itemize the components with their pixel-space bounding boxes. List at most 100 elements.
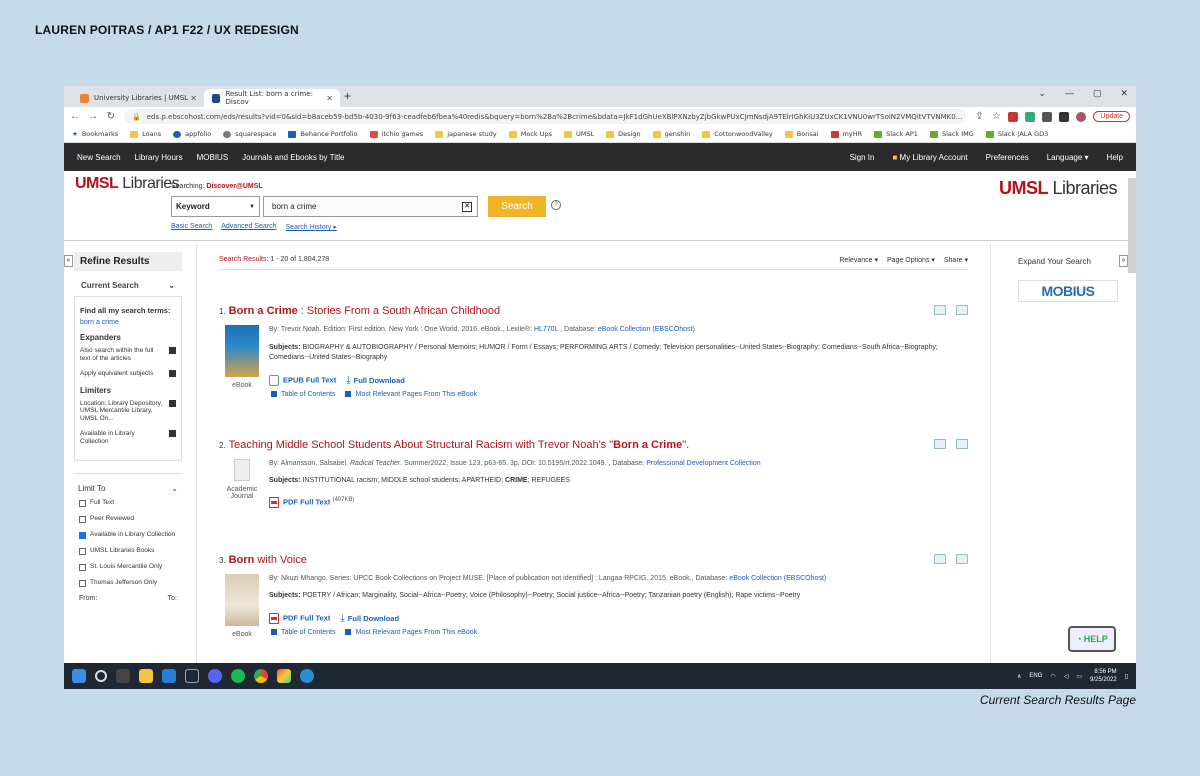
minimize-icon[interactable]: — (1065, 88, 1074, 99)
maximize-icon[interactable]: ▢ (1093, 88, 1102, 99)
bookmark-item[interactable]: Behance Portfolio (288, 130, 358, 138)
lexile-link[interactable]: HL770L (534, 326, 558, 333)
table-of-contents-link[interactable]: Table of Contents (271, 391, 335, 398)
remove-icon[interactable] (169, 399, 176, 407)
nav-my-library-account[interactable]: ■ My Library Account (892, 153, 967, 162)
bookmark-item[interactable]: UMSL (564, 130, 594, 138)
bookmark-item[interactable]: Design (606, 130, 641, 138)
search-button[interactable]: Search (488, 196, 546, 217)
search-icon[interactable] (95, 670, 107, 682)
nav-library-hours[interactable]: Library Hours (135, 153, 183, 162)
database-link[interactable]: Professional Development Collection (646, 460, 760, 467)
puzzle-icon[interactable] (1042, 111, 1053, 122)
full-download-link[interactable]: ⤓ Full Download (340, 613, 399, 624)
result-title[interactable]: 2. Teaching Middle School Students About … (219, 439, 968, 451)
battery-icon[interactable]: ▭ (1076, 673, 1082, 680)
tab-result-list[interactable]: Result List: born a crime: Discov ✕ (204, 89, 340, 107)
bookmark-item[interactable]: myHR (830, 130, 862, 138)
sort-relevance-dropdown[interactable]: Relevance ▾ (839, 256, 878, 264)
chevron-down-icon[interactable]: ⌄ (1038, 88, 1046, 99)
checkbox[interactable] (79, 516, 86, 523)
new-tab-icon[interactable]: + (344, 89, 351, 103)
checkbox-checked[interactable] (79, 532, 86, 539)
epub-full-text-link[interactable]: EPUB Full Text (269, 375, 336, 386)
forward-icon[interactable]: → (88, 111, 98, 122)
preview-icon[interactable] (934, 439, 946, 449)
spotify-icon[interactable] (231, 669, 245, 683)
sidebar-icon[interactable] (1059, 111, 1070, 122)
result-title[interactable]: 1. Born a Crime : Stories From a South Af… (219, 305, 968, 317)
help-icon[interactable]: ? (551, 200, 561, 210)
bookmark-item[interactable]: ★ Bookmarks (72, 130, 118, 138)
extension-icon[interactable] (1025, 111, 1036, 122)
tab-university-libraries[interactable]: University Libraries | UMSL ✕ (72, 89, 204, 107)
nav-journals-ebooks[interactable]: Journals and Ebooks by Title (242, 153, 344, 162)
mobius-link[interactable]: MOBIUS (1018, 280, 1118, 302)
limit-st-louis-mercantile[interactable]: St. Louis Mercantile Only (79, 563, 182, 571)
result-title[interactable]: 3. Born with Voice (219, 554, 968, 566)
search-field-select[interactable]: Keyword ▼ (171, 196, 260, 217)
relevant-pages-link[interactable]: Most Relevant Pages From This eBook (345, 629, 477, 636)
bookmark-item[interactable]: squarespace (223, 130, 276, 138)
checkbox[interactable] (79, 548, 86, 555)
bookmark-item[interactable]: japanese study (435, 130, 497, 138)
checkbox[interactable] (79, 500, 86, 507)
advanced-search-link[interactable]: Advanced Search (221, 223, 276, 231)
add-to-folder-icon[interactable] (956, 305, 968, 315)
steam-icon[interactable] (185, 669, 199, 683)
nav-preferences[interactable]: Preferences (986, 153, 1029, 162)
close-tab-icon[interactable]: ✕ (326, 94, 333, 103)
limit-peer-reviewed[interactable]: Peer Reviewed (79, 515, 182, 523)
bookmark-item[interactable]: Bonsai (784, 130, 819, 138)
url-field[interactable]: 🔒 eds.p.ebscohost.com/eds/results?vid=0&… (124, 109, 967, 124)
searching-database[interactable]: Discover@UMSL (206, 183, 262, 190)
nav-language[interactable]: Language ▾ (1047, 153, 1089, 162)
nav-new-search[interactable]: New Search (77, 153, 121, 162)
help-chat-button[interactable]: ◔ HELP (1068, 626, 1116, 652)
remove-icon[interactable] (169, 347, 176, 354)
add-to-folder-icon[interactable] (956, 554, 968, 564)
limit-to-header[interactable]: Limit To ⌄ (74, 473, 182, 499)
clock[interactable]: 8:56 PM 9/25/2022 (1090, 668, 1117, 684)
bookmark-item[interactable]: Mock Ups (508, 130, 552, 138)
share-dropdown[interactable]: Share ▾ (944, 256, 968, 264)
result-thumbnail[interactable]: eBook (225, 325, 259, 389)
bookmark-item[interactable]: genshin (652, 130, 690, 138)
wifi-icon[interactable]: ◠ (1050, 673, 1055, 680)
table-of-contents-link[interactable]: Table of Contents (271, 629, 335, 636)
dropbox-icon[interactable] (162, 669, 176, 683)
photos-icon[interactable] (277, 669, 291, 683)
clear-search-icon[interactable]: ✕ (462, 202, 472, 212)
avatar[interactable] (1076, 111, 1087, 122)
full-download-link[interactable]: ⤓ Full Download (346, 375, 405, 386)
extension-icon[interactable] (1008, 111, 1019, 122)
result-thumbnail[interactable]: Academic Journal (225, 459, 259, 500)
remove-icon[interactable] (169, 430, 176, 437)
pdf-full-text-link[interactable]: PDF Full Text (407KB) (269, 497, 354, 508)
file-explorer-icon[interactable] (139, 669, 153, 683)
chevron-up-icon[interactable]: ∧ (1017, 673, 1021, 680)
add-to-folder-icon[interactable] (956, 439, 968, 449)
reload-icon[interactable]: ↻ (106, 111, 116, 122)
bookmark-item[interactable]: Slack IMG (929, 130, 974, 138)
limit-thomas-jefferson[interactable]: Thomas Jefferson Only (79, 579, 182, 587)
result-thumbnail[interactable]: eBook (225, 574, 259, 638)
task-view-icon[interactable] (116, 669, 130, 683)
relevant-pages-link[interactable]: Most Relevant Pages From This eBook (345, 391, 477, 398)
database-link[interactable]: eBook Collection (EBSCOhost) (729, 575, 826, 582)
bookmark-item[interactable]: Loans (130, 130, 161, 138)
discord-icon[interactable] (208, 669, 222, 683)
bookmark-item[interactable]: Slack |ALA GD3 (985, 130, 1048, 138)
bookmark-item[interactable]: itchio games (369, 130, 423, 138)
windows-start-icon[interactable] (72, 669, 86, 683)
scrollbar[interactable] (1128, 178, 1136, 273)
pdf-full-text-link[interactable]: PDF Full Text (269, 613, 330, 624)
limit-full-text[interactable]: Full Text (79, 499, 182, 507)
star-icon[interactable]: ☆ (991, 111, 1001, 122)
nav-help[interactable]: Help (1107, 153, 1123, 162)
basic-search-link[interactable]: Basic Search (171, 223, 212, 231)
collapse-left-icon[interactable]: « (64, 255, 73, 267)
search-input[interactable] (263, 196, 478, 217)
search-history-link[interactable]: Search History ▸ (286, 223, 337, 231)
language-indicator[interactable]: ENG (1029, 673, 1042, 679)
